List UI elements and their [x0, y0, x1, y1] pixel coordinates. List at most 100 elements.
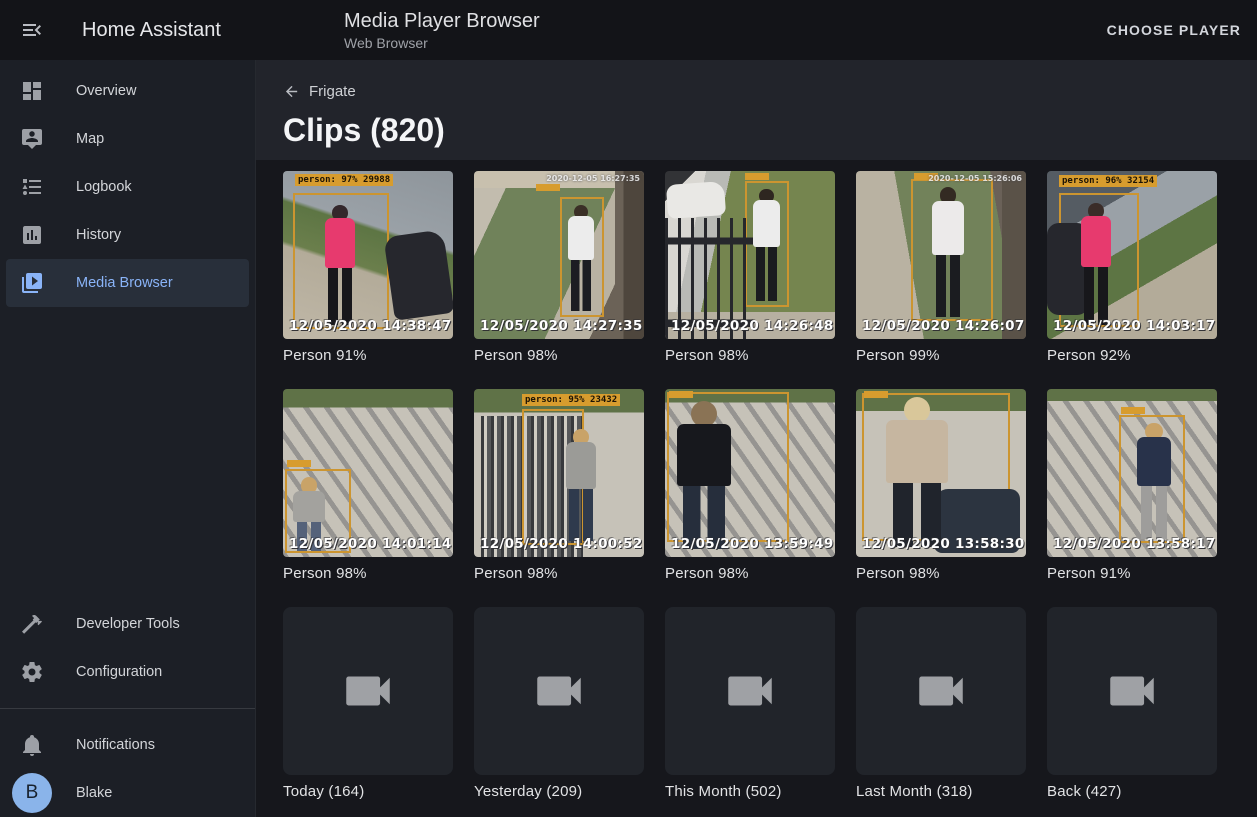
- clip-card[interactable]: 12/05/2020 13:59:49 Person 98%: [665, 389, 835, 582]
- sidebar-item-media-browser[interactable]: Media Browser: [6, 259, 249, 307]
- breadcrumb-back-link[interactable]: Frigate: [283, 82, 356, 100]
- folder-caption: Last Month (318): [856, 783, 1026, 800]
- clip-caption: Person 98%: [474, 347, 644, 364]
- detection-chip: [287, 460, 311, 467]
- breadcrumb-label: Frigate: [309, 83, 356, 100]
- folder-caption: Today (164): [283, 783, 453, 800]
- person-figure: [566, 205, 596, 311]
- sidebar-item-label: Logbook: [76, 179, 132, 195]
- video-icon: [1103, 662, 1161, 720]
- clip-thumbnail: 12/05/2020 13:58:17: [1047, 389, 1217, 557]
- clip-card[interactable]: 2020-12-05 16:27:35 12/05/2020 14:27:35 …: [474, 171, 644, 364]
- sidebar-spacer: [0, 307, 255, 600]
- clip-timestamp: 12/05/2020 14:38:47: [289, 318, 452, 334]
- clip-timestamp: 12/05/2020 13:58:30: [862, 536, 1025, 552]
- camera-overlay: 2020-12-05 15:26:06: [928, 174, 1022, 183]
- clip-caption: Person 92%: [1047, 347, 1217, 364]
- detection-chip: person: 97% 29988: [295, 174, 393, 186]
- choose-player-button[interactable]: CHOOSE PLAYER: [1091, 12, 1257, 48]
- sidebar-item-label: Overview: [76, 83, 136, 99]
- sidebar-item-label: Configuration: [76, 664, 162, 680]
- folder-card-last-month[interactable]: Last Month (318): [856, 607, 1026, 800]
- tooltip-account-icon: [20, 127, 44, 151]
- person-figure: [564, 429, 598, 541]
- clip-thumbnail: 12/05/2020 14:26:48: [665, 171, 835, 339]
- sidebar-item-notifications[interactable]: Notifications: [6, 721, 249, 769]
- sidebar-item-configuration[interactable]: Configuration: [6, 648, 249, 696]
- clip-caption: Person 98%: [283, 565, 453, 582]
- clip-card[interactable]: 12/05/2020 13:58:17 Person 91%: [1047, 389, 1217, 582]
- clip-thumbnail: 2020-12-05 15:26:06 12/05/2020 14:26:07: [856, 171, 1026, 339]
- clip-card[interactable]: 12/05/2020 13:58:30 Person 98%: [856, 389, 1026, 582]
- person-figure: [1079, 203, 1113, 325]
- clip-caption: Person 98%: [665, 565, 835, 582]
- sidebar-item-logbook[interactable]: Logbook: [6, 163, 249, 211]
- app-header: Home Assistant Media Player Browser Web …: [0, 0, 1257, 60]
- clip-card[interactable]: 12/05/2020 14:26:48 Person 98%: [665, 171, 835, 364]
- folder-caption: Back (427): [1047, 783, 1217, 800]
- user-name-label: Blake: [76, 785, 112, 801]
- folder-card-this-month[interactable]: This Month (502): [665, 607, 835, 800]
- folder-card-back[interactable]: Back (427): [1047, 607, 1217, 800]
- sidebar-item-developer-tools[interactable]: Developer Tools: [6, 600, 249, 648]
- clip-timestamp: 12/05/2020 13:58:17: [1053, 536, 1216, 552]
- sidebar-item-label: Notifications: [76, 737, 155, 753]
- clip-caption: Person 98%: [665, 347, 835, 364]
- chart-box-icon: [20, 223, 44, 247]
- video-icon: [912, 662, 970, 720]
- media-player-title: Media Player Browser: [344, 9, 1091, 33]
- folder-tile: [856, 607, 1026, 775]
- clip-card[interactable]: person: 97% 29988 12/05/2020 14:38:47 Pe…: [283, 171, 453, 364]
- clip-timestamp: 12/05/2020 14:00:52: [480, 536, 643, 552]
- sidebar-item-label: Developer Tools: [76, 616, 180, 632]
- app-header-left: Home Assistant: [0, 18, 256, 42]
- detection-chip: [864, 391, 888, 398]
- clip-thumbnail: person: 96% 32154 12/05/2020 14:03:17: [1047, 171, 1217, 339]
- clip-caption: Person 91%: [283, 347, 453, 364]
- main-content: Frigate Clips (820) person: 97% 29988 12…: [256, 60, 1257, 817]
- camera-overlay: 2020-12-05 16:27:35: [546, 174, 640, 183]
- person-figure: [1135, 423, 1173, 539]
- sidebar-item-overview[interactable]: Overview: [6, 67, 249, 115]
- sidebar-item-label: History: [76, 227, 121, 243]
- clip-card[interactable]: person: 95% 23432 12/05/2020 14:00:52 Pe…: [474, 389, 644, 582]
- sidebar: Overview Map Logbook History Media Brows…: [0, 60, 256, 817]
- clip-caption: Person 99%: [856, 347, 1026, 364]
- clip-card[interactable]: person: 96% 32154 12/05/2020 14:03:17 Pe…: [1047, 171, 1217, 364]
- media-player-subtitle: Web Browser: [344, 35, 1091, 51]
- folder-tile: [283, 607, 453, 775]
- clip-card[interactable]: 2020-12-05 15:26:06 12/05/2020 14:26:07 …: [856, 171, 1026, 364]
- person-figure: [673, 401, 735, 549]
- detection-chip: [1121, 407, 1145, 414]
- folder-card-today[interactable]: Today (164): [283, 607, 453, 800]
- clips-grid: person: 97% 29988 12/05/2020 14:38:47 Pe…: [256, 160, 1257, 800]
- clip-card[interactable]: 12/05/2020 14:01:14 Person 98%: [283, 389, 453, 582]
- clip-thumbnail: person: 95% 23432 12/05/2020 14:00:52: [474, 389, 644, 557]
- clip-thumbnail: 12/05/2020 14:01:14: [283, 389, 453, 557]
- sidebar-divider: [0, 708, 255, 709]
- menu-open-icon: [20, 18, 44, 42]
- sidebar-item-label: Map: [76, 131, 104, 147]
- folder-tile: [474, 607, 644, 775]
- format-list-bulleted-icon: [20, 175, 44, 199]
- detection-chip: [745, 173, 769, 180]
- folder-tile: [1047, 607, 1217, 775]
- person-figure: [882, 397, 952, 547]
- sidebar-item-map[interactable]: Map: [6, 115, 249, 163]
- video-icon: [339, 662, 397, 720]
- folder-caption: This Month (502): [665, 783, 835, 800]
- media-player-header: Media Player Browser Web Browser: [256, 9, 1091, 51]
- menu-toggle-button[interactable]: [20, 18, 44, 42]
- avatar: B: [12, 773, 52, 813]
- folder-caption: Yesterday (209): [474, 783, 644, 800]
- clip-thumbnail: 12/05/2020 13:59:49: [665, 389, 835, 557]
- bell-icon: [20, 733, 44, 757]
- sidebar-item-history[interactable]: History: [6, 211, 249, 259]
- folder-card-yesterday[interactable]: Yesterday (209): [474, 607, 644, 800]
- app-title: Home Assistant: [82, 19, 221, 42]
- sidebar-item-user-profile[interactable]: B Blake: [6, 769, 249, 817]
- page-title: Clips (820): [283, 110, 1257, 150]
- gear-icon: [20, 660, 44, 684]
- detection-chip: person: 95% 23432: [522, 394, 620, 406]
- clip-timestamp: 12/05/2020 14:27:35: [480, 318, 643, 334]
